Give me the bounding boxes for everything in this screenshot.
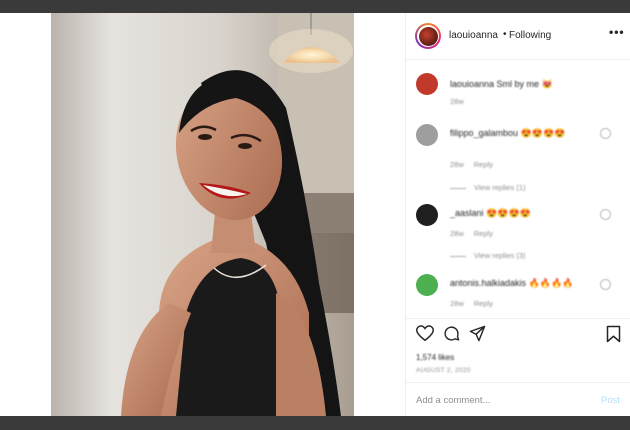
comments-list[interactable]: laouioanna Sml by me 😻 28w filippo_galam… bbox=[406, 60, 630, 318]
post-actions: 1,574 likes AUGUST 2, 2020 bbox=[406, 318, 630, 384]
view-replies-link[interactable]: View replies (1) bbox=[450, 183, 526, 192]
comment-avatar[interactable] bbox=[416, 73, 438, 95]
reply-link[interactable]: Reply bbox=[474, 160, 493, 169]
more-options-icon[interactable]: ••• bbox=[609, 25, 625, 39]
post-date: AUGUST 2, 2020 bbox=[416, 367, 471, 374]
post-photo bbox=[51, 13, 354, 416]
comment-time: 28w bbox=[450, 229, 464, 238]
share-icon[interactable] bbox=[469, 325, 486, 342]
post-modal: laouioanna • Following ••• laouioanna Sm… bbox=[0, 13, 630, 416]
comment-meta: 28w Reply bbox=[450, 160, 503, 169]
comment-avatar[interactable] bbox=[416, 204, 438, 226]
likes-count[interactable]: 1,574 likes bbox=[416, 353, 454, 362]
comment-like-icon[interactable] bbox=[600, 279, 611, 290]
separator-dot: • bbox=[503, 29, 507, 40]
post-username[interactable]: laouioanna bbox=[449, 30, 498, 41]
heart-icon[interactable] bbox=[416, 325, 434, 342]
browser-bottom-bar bbox=[0, 416, 630, 430]
add-comment-input[interactable] bbox=[416, 392, 576, 408]
comment-time: 28w bbox=[450, 299, 464, 308]
comment-avatar[interactable] bbox=[416, 124, 438, 146]
add-comment-bar: Post bbox=[406, 382, 630, 417]
post-header: laouioanna • Following ••• bbox=[406, 13, 630, 60]
reply-link[interactable]: Reply bbox=[474, 299, 493, 308]
comment-icon[interactable] bbox=[443, 325, 460, 342]
bookmark-icon[interactable] bbox=[606, 325, 621, 343]
user-avatar[interactable] bbox=[415, 23, 441, 49]
comment-text: laouioanna Sml by me 😻 bbox=[450, 79, 553, 89]
comment-meta: 28w Reply bbox=[450, 299, 503, 308]
comment-avatar[interactable] bbox=[416, 274, 438, 296]
comment-like-icon[interactable] bbox=[600, 209, 611, 220]
comment-text: filippo_galambou 😍😍😍😍 bbox=[450, 128, 566, 138]
comment-meta: 28w Reply bbox=[450, 229, 503, 238]
reply-link[interactable]: Reply bbox=[474, 229, 493, 238]
post-side-panel: laouioanna • Following ••• laouioanna Sm… bbox=[405, 13, 630, 416]
comment-text: _aaslani 😍😍😍😍 bbox=[450, 208, 531, 218]
view-replies-link[interactable]: View replies (3) bbox=[450, 251, 526, 260]
comment-like-icon[interactable] bbox=[600, 128, 611, 139]
following-button[interactable]: Following bbox=[509, 30, 551, 41]
browser-top-bar bbox=[0, 0, 630, 13]
comment-meta: 28w bbox=[450, 97, 474, 106]
comment-time: 28w bbox=[450, 160, 464, 169]
post-comment-button[interactable]: Post bbox=[601, 395, 620, 406]
comment-time: 28w bbox=[450, 97, 464, 106]
comment-text: antonis.halkiadakis 🔥🔥🔥🔥 bbox=[450, 278, 574, 288]
